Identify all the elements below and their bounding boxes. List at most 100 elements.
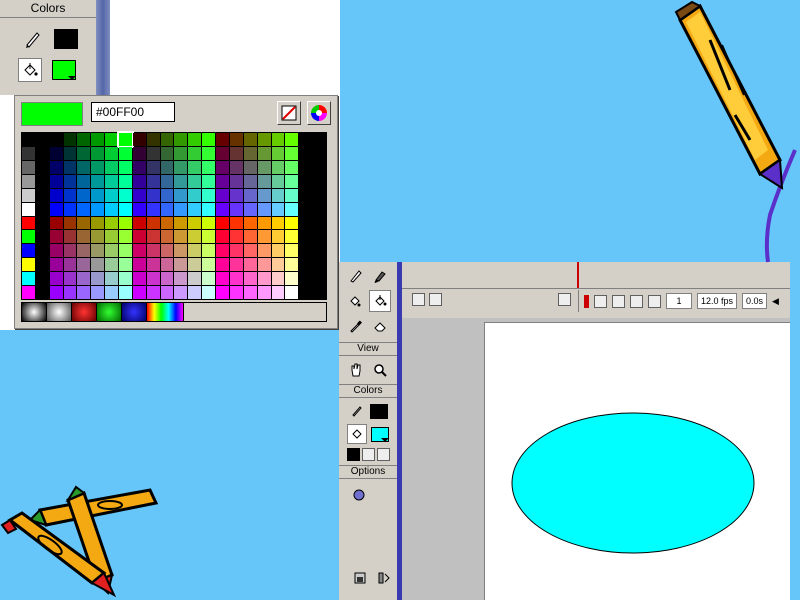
color-swatch[interactable] bbox=[119, 244, 132, 258]
stroke-color-swatch[interactable] bbox=[370, 403, 388, 419]
color-swatch[interactable] bbox=[271, 133, 285, 146]
color-swatch[interactable] bbox=[119, 258, 132, 272]
ink-bottle-tool[interactable] bbox=[345, 291, 365, 311]
color-swatch[interactable] bbox=[271, 244, 285, 258]
color-swatch[interactable] bbox=[132, 216, 146, 230]
color-swatch[interactable] bbox=[160, 258, 174, 272]
color-swatch[interactable] bbox=[105, 188, 119, 202]
color-swatch[interactable] bbox=[22, 202, 35, 216]
color-swatch[interactable] bbox=[160, 230, 174, 244]
gradient-swatch[interactable] bbox=[72, 303, 96, 321]
color-swatch[interactable] bbox=[257, 244, 271, 258]
color-swatch[interactable] bbox=[77, 188, 91, 202]
color-swatch[interactable] bbox=[49, 230, 63, 244]
color-swatch[interactable] bbox=[188, 188, 202, 202]
color-swatch[interactable] bbox=[35, 216, 49, 230]
color-swatch[interactable] bbox=[91, 272, 105, 286]
color-swatch[interactable] bbox=[188, 286, 202, 299]
swap-colors-icon[interactable] bbox=[376, 448, 390, 461]
center-frame-icon[interactable] bbox=[584, 294, 589, 308]
color-swatch[interactable] bbox=[160, 244, 174, 258]
color-swatch[interactable] bbox=[174, 133, 188, 146]
color-swatch[interactable] bbox=[299, 244, 313, 258]
color-swatch[interactable] bbox=[146, 160, 160, 174]
color-swatch[interactable] bbox=[105, 258, 119, 272]
color-swatch[interactable] bbox=[119, 146, 132, 160]
gradient-swatch[interactable] bbox=[147, 303, 183, 321]
color-swatch[interactable] bbox=[285, 174, 299, 188]
scroll-left-icon[interactable]: ◀ bbox=[772, 296, 779, 307]
color-swatch[interactable] bbox=[285, 286, 299, 299]
color-swatch[interactable] bbox=[313, 188, 326, 202]
transform-fill-option[interactable] bbox=[374, 568, 394, 588]
color-swatch[interactable] bbox=[77, 230, 91, 244]
onion-skin-icon[interactable] bbox=[594, 294, 607, 308]
color-swatch[interactable] bbox=[119, 188, 132, 202]
color-swatch[interactable] bbox=[285, 146, 299, 160]
color-swatch[interactable] bbox=[174, 188, 188, 202]
color-swatch[interactable] bbox=[146, 188, 160, 202]
color-swatch[interactable] bbox=[299, 286, 313, 299]
hex-color-input[interactable]: #00FF00 bbox=[91, 102, 175, 122]
color-swatch[interactable] bbox=[243, 160, 257, 174]
color-swatch[interactable] bbox=[285, 272, 299, 286]
color-swatch[interactable] bbox=[91, 258, 105, 272]
color-swatch[interactable] bbox=[202, 286, 216, 299]
color-swatch[interactable] bbox=[119, 230, 132, 244]
color-swatch[interactable] bbox=[35, 160, 49, 174]
color-swatch[interactable] bbox=[229, 216, 243, 230]
color-swatch[interactable] bbox=[285, 230, 299, 244]
color-swatch[interactable] bbox=[202, 188, 216, 202]
color-swatch[interactable] bbox=[77, 272, 91, 286]
color-swatch[interactable] bbox=[132, 188, 146, 202]
color-swatch[interactable] bbox=[105, 230, 119, 244]
color-swatch[interactable] bbox=[188, 272, 202, 286]
color-swatch[interactable] bbox=[299, 133, 313, 146]
fill-color-tool[interactable] bbox=[347, 424, 367, 444]
color-swatch[interactable] bbox=[188, 202, 202, 216]
color-swatch[interactable] bbox=[202, 160, 216, 174]
color-swatch[interactable] bbox=[35, 202, 49, 216]
color-swatch[interactable] bbox=[257, 160, 271, 174]
gradient-swatch[interactable] bbox=[47, 303, 71, 321]
color-swatch[interactable] bbox=[271, 272, 285, 286]
color-swatch[interactable] bbox=[257, 286, 271, 299]
color-swatch[interactable] bbox=[146, 202, 160, 216]
color-swatch[interactable] bbox=[216, 202, 229, 216]
color-swatch[interactable] bbox=[243, 258, 257, 272]
color-swatch[interactable] bbox=[35, 188, 49, 202]
color-swatch[interactable] bbox=[91, 202, 105, 216]
color-swatch[interactable] bbox=[313, 286, 326, 299]
color-swatch[interactable] bbox=[216, 188, 229, 202]
color-swatch[interactable] bbox=[174, 174, 188, 188]
color-swatch[interactable] bbox=[35, 244, 49, 258]
color-swatch[interactable] bbox=[132, 258, 146, 272]
stroke-color-swatch[interactable] bbox=[54, 29, 78, 49]
color-swatch[interactable] bbox=[285, 216, 299, 230]
color-swatch[interactable] bbox=[146, 244, 160, 258]
pencil-tool[interactable] bbox=[346, 266, 366, 286]
color-swatch[interactable] bbox=[77, 286, 91, 299]
color-swatch[interactable] bbox=[105, 174, 119, 188]
color-swatch[interactable] bbox=[188, 244, 202, 258]
color-swatch[interactable] bbox=[229, 258, 243, 272]
color-swatch[interactable] bbox=[243, 286, 257, 299]
color-swatch[interactable] bbox=[216, 272, 229, 286]
color-swatch[interactable] bbox=[257, 202, 271, 216]
color-swatch[interactable] bbox=[229, 286, 243, 299]
color-swatch[interactable] bbox=[299, 146, 313, 160]
color-swatch[interactable] bbox=[146, 174, 160, 188]
color-swatch[interactable] bbox=[299, 272, 313, 286]
color-swatch[interactable] bbox=[63, 174, 77, 188]
color-swatch[interactable] bbox=[49, 160, 63, 174]
color-swatch[interactable] bbox=[229, 230, 243, 244]
color-swatch[interactable] bbox=[229, 133, 243, 146]
color-swatch[interactable] bbox=[243, 272, 257, 286]
color-swatch[interactable] bbox=[229, 188, 243, 202]
color-swatch[interactable] bbox=[188, 133, 202, 146]
color-swatch[interactable] bbox=[49, 174, 63, 188]
color-swatch[interactable] bbox=[243, 230, 257, 244]
no-color-icon[interactable] bbox=[361, 448, 375, 461]
default-colors-icon[interactable] bbox=[346, 448, 360, 461]
color-swatch[interactable] bbox=[105, 216, 119, 230]
